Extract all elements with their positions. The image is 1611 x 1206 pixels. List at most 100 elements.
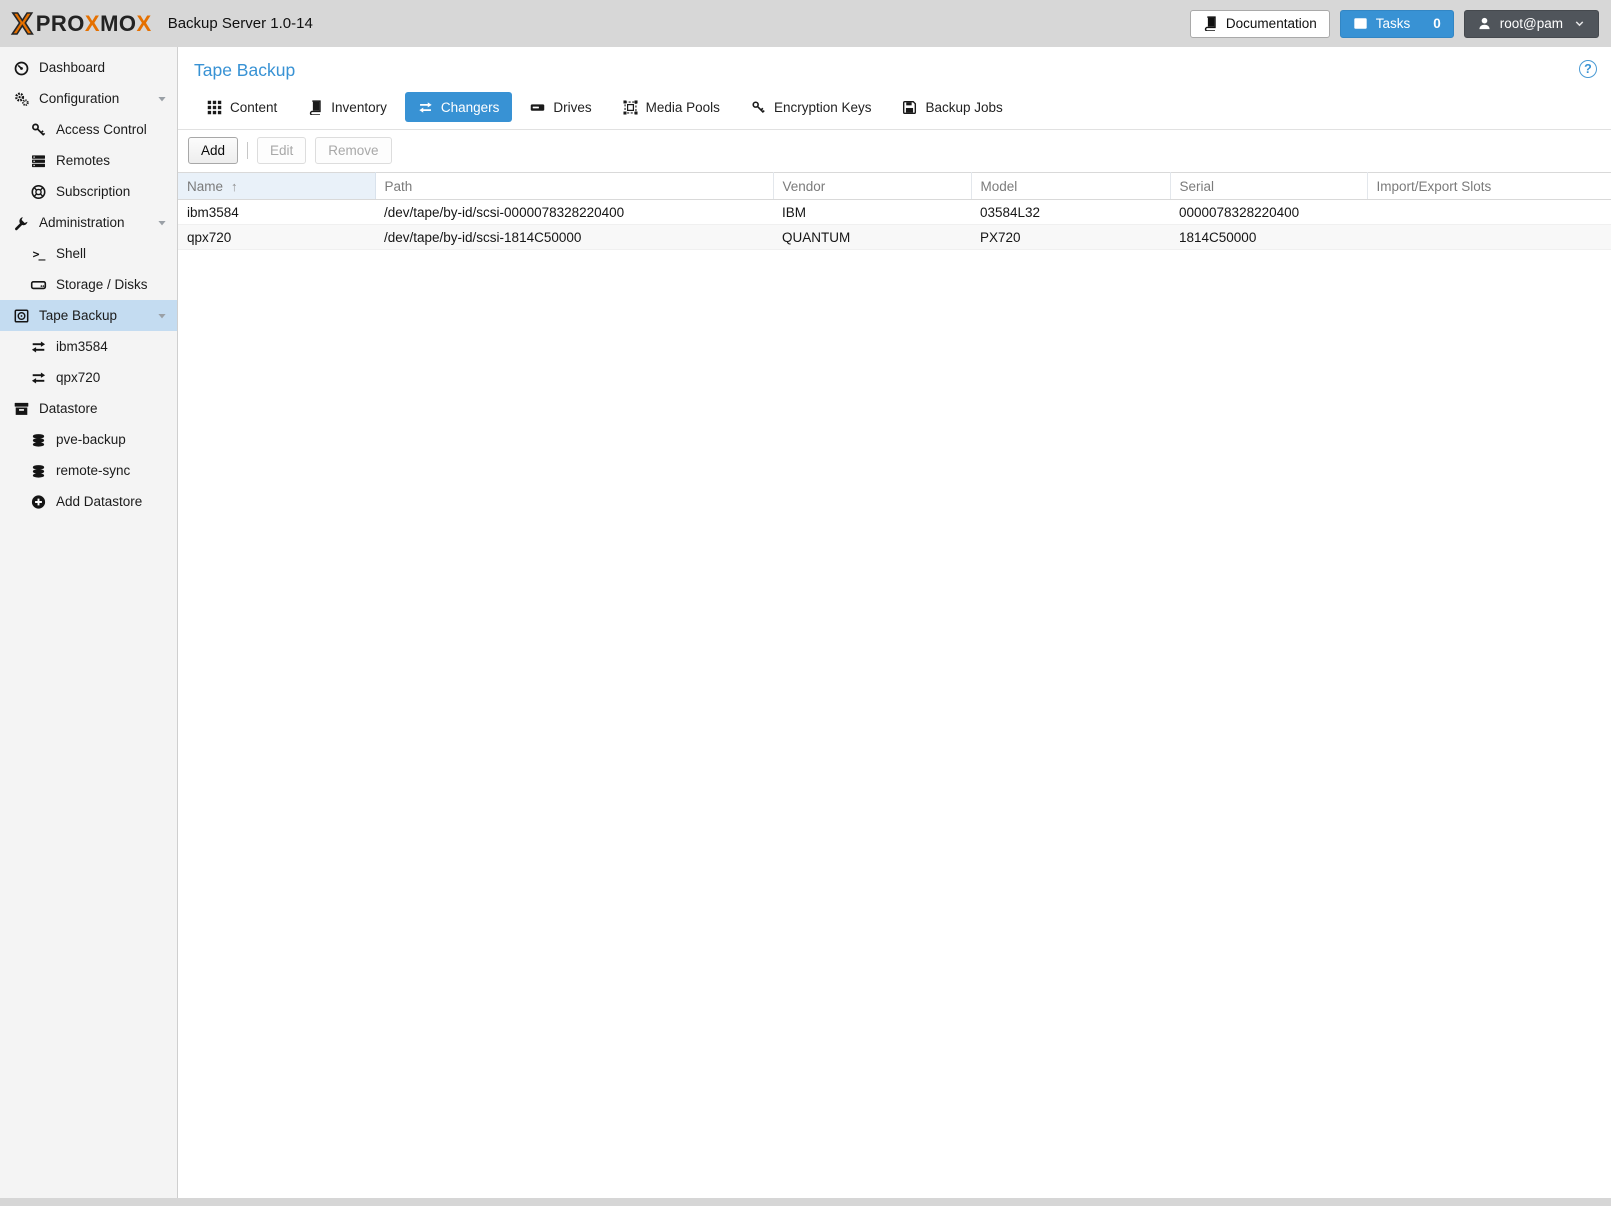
database-icon [30,463,47,479]
column-header-model[interactable]: Model [971,173,1170,200]
sidebar-item-label: qpx720 [56,370,100,385]
help-icon[interactable]: ? [1579,60,1597,78]
logo-segment: MO [100,11,136,37]
sidebar-item-storage-disks[interactable]: Storage / Disks [0,269,177,300]
tab-label: Encryption Keys [774,100,872,115]
caret-down-icon[interactable] [156,93,168,105]
sidebar-item-access-control[interactable]: Access Control [0,114,177,145]
sidebar-item-add-datastore[interactable]: Add Datastore [0,486,177,517]
top-bar: X PRO X MO X Backup Server 1.0-14 Docume… [0,0,1611,47]
sidebar-item-tape-backup[interactable]: Tape Backup [0,300,177,331]
table-header-row: Name ↑ Path Vendor Model Serial Import/Ex… [178,173,1611,200]
sidebar-item-dashboard[interactable]: Dashboard [0,52,177,83]
gears-icon [13,91,30,107]
grid-icon [207,100,222,115]
tab-label: Content [230,100,277,115]
cell-vendor: IBM [773,200,971,225]
book-icon [1203,16,1218,31]
cell-serial: 1814C50000 [1170,225,1367,250]
tab-encryption-keys[interactable]: Encryption Keys [738,92,885,122]
caret-down-icon[interactable] [156,310,168,322]
sidebar-item-subscription[interactable]: Subscription [0,176,177,207]
cell-import-export-slots [1367,200,1611,225]
cell-vendor: QUANTUM [773,225,971,250]
user-menu-button[interactable]: root@pam [1464,10,1599,38]
table-row-ibm3584[interactable]: ibm3584 /dev/tape/by-id/scsi-00000783282… [178,200,1611,225]
tab-label: Drives [553,100,591,115]
tab-backup-jobs[interactable]: Backup Jobs [889,92,1015,122]
sidebar-item-shell[interactable]: >_ Shell [0,238,177,269]
page-title: Tape Backup [194,60,1595,81]
tab-label: Media Pools [646,100,720,115]
logo-segment: X [137,11,152,37]
sidebar-item-configuration[interactable]: Configuration [0,83,177,114]
username-label: root@pam [1500,16,1563,31]
sidebar-item-label: ibm3584 [56,339,108,354]
life-ring-icon [30,184,47,200]
cell-name: qpx720 [178,225,375,250]
cell-model: 03584L32 [971,200,1170,225]
list-rows-icon [30,153,47,169]
column-header-import-export-slots[interactable]: Import/Export Slots [1367,173,1611,200]
toolbar-separator [247,142,248,159]
user-icon [1477,16,1492,31]
top-bar-actions: Documentation Tasks 0 root@pam [1190,10,1599,38]
remove-button[interactable]: Remove [315,137,391,164]
sidebar-item-label: Configuration [39,91,119,106]
tab-media-pools[interactable]: Media Pools [610,92,733,122]
logo-segment: X [85,11,100,37]
tachometer-icon [13,60,30,76]
sidebar-item-administration[interactable]: Administration [0,207,177,238]
sidebar-item-remotes[interactable]: Remotes [0,145,177,176]
column-label: Name [187,179,223,194]
tab-drives[interactable]: Drives [517,92,604,122]
task-list-icon [1353,16,1368,31]
documentation-button[interactable]: Documentation [1190,10,1330,38]
sidebar-item-remote-sync[interactable]: remote-sync [0,455,177,486]
key-icon [30,122,47,138]
cell-model: PX720 [971,225,1170,250]
sidebar-item-label: pve-backup [56,432,126,447]
exchange-icon [30,339,47,355]
tab-label: Backup Jobs [925,100,1002,115]
tab-changers[interactable]: Changers [405,92,513,122]
tasks-count-badge: 0 [1433,16,1441,31]
database-icon [30,432,47,448]
tab-bar: Content Inventory Changers Drives Media … [178,88,1611,130]
sidebar-item-label: Add Datastore [56,494,142,509]
toolbar: Add Edit Remove [178,130,1611,172]
column-header-path[interactable]: Path [375,173,773,200]
tab-inventory[interactable]: Inventory [295,92,400,122]
column-header-vendor[interactable]: Vendor [773,173,971,200]
proxmox-logo-mark-icon: X [12,8,33,39]
tab-label: Inventory [331,100,387,115]
sidebar-item-datastore[interactable]: Datastore [0,393,177,424]
documentation-label: Documentation [1226,16,1317,31]
edit-button[interactable]: Edit [257,137,306,164]
caret-down-icon[interactable] [156,217,168,229]
add-button[interactable]: Add [188,137,238,164]
column-header-serial[interactable]: Serial [1170,173,1367,200]
cell-path: /dev/tape/by-id/scsi-1814C50000 [375,225,773,250]
sidebar-item-label: Datastore [39,401,98,416]
sidebar-item-pve-backup[interactable]: pve-backup [0,424,177,455]
exchange-icon [30,370,47,386]
sidebar-item-label: remote-sync [56,463,130,478]
tab-content[interactable]: Content [194,92,290,122]
tab-label: Changers [441,100,500,115]
sidebar-item-label: Dashboard [39,60,105,75]
cell-serial: 0000078328220400 [1170,200,1367,225]
column-header-name[interactable]: Name ↑ [178,173,375,200]
sidebar-item-qpx720[interactable]: qpx720 [0,362,177,393]
tasks-button[interactable]: Tasks 0 [1340,10,1454,38]
sort-ascending-icon: ↑ [231,179,238,194]
sidebar-item-label: Remotes [56,153,110,168]
key-icon [751,100,766,115]
content-header: Tape Backup ? [178,47,1611,88]
app-version-title: Backup Server 1.0-14 [168,15,313,32]
cell-path: /dev/tape/by-id/scsi-0000078328220400 [375,200,773,225]
sidebar-item-ibm3584[interactable]: ibm3584 [0,331,177,362]
object-group-icon [623,100,638,115]
content-panel: Tape Backup ? Content Inventory Changers… [178,47,1611,1198]
table-row-qpx720[interactable]: qpx720 /dev/tape/by-id/scsi-1814C50000 Q… [178,225,1611,250]
